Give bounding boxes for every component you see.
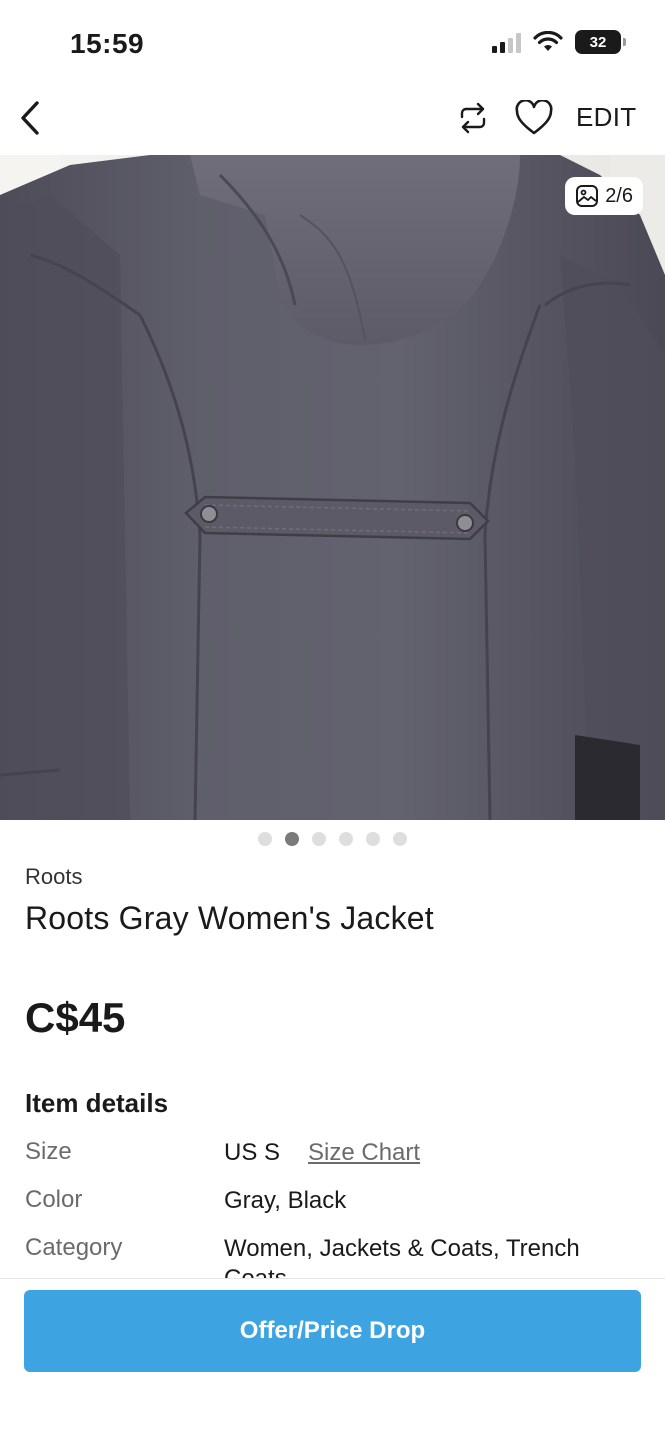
gallery-icon — [576, 185, 599, 207]
pagination-dot[interactable] — [366, 832, 380, 846]
bottom-action-bar: Offer/Price Drop — [0, 1278, 665, 1440]
wifi-icon — [533, 31, 563, 51]
jacket-photo — [0, 155, 665, 820]
listing-brand[interactable]: Roots — [25, 864, 82, 890]
size-chart-link[interactable]: Size Chart — [308, 1139, 420, 1166]
signal-icon — [492, 31, 521, 53]
pagination-dot[interactable] — [258, 832, 272, 846]
item-details-section: Item details Size US S Size Chart Color G… — [25, 1088, 645, 1292]
pagination-dot[interactable] — [339, 832, 353, 846]
pagination-dot-active[interactable] — [285, 832, 299, 846]
offer-price-drop-button[interactable]: Offer/Price Drop — [24, 1290, 641, 1372]
listing-title: Roots Gray Women's Jacket — [25, 900, 434, 936]
edit-button[interactable]: EDIT — [576, 102, 636, 133]
size-value: US S — [224, 1139, 281, 1166]
image-counter-badge: 2/6 — [565, 177, 643, 215]
status-icons: 32 — [492, 30, 626, 54]
item-details-title: Item details — [25, 1088, 169, 1118]
color-value: Gray, Black — [224, 1187, 347, 1214]
pagination-dot[interactable] — [393, 832, 407, 846]
color-label: Color — [25, 1186, 83, 1213]
size-value-wrap: US S Size Chart — [224, 1138, 624, 1168]
category-label: Category — [25, 1234, 123, 1261]
status-bar: 15:59 32 — [0, 0, 665, 80]
status-time: 15:59 — [70, 28, 145, 59]
share-button[interactable] — [452, 96, 494, 140]
pagination-dot[interactable] — [312, 832, 326, 846]
battery-icon: 32 — [575, 30, 626, 54]
product-image[interactable]: 2/6 — [0, 155, 665, 820]
share-icon — [460, 102, 486, 134]
back-chevron-icon — [21, 101, 39, 135]
listing-price: C$45 — [25, 994, 126, 1041]
nav-bar: EDIT — [0, 88, 665, 150]
image-pagination-dots — [0, 832, 665, 846]
back-button[interactable] — [10, 94, 50, 142]
heart-icon — [515, 100, 553, 135]
like-button[interactable] — [512, 96, 556, 140]
size-label: Size — [25, 1138, 72, 1165]
image-counter-text: 2/6 — [605, 184, 633, 207]
